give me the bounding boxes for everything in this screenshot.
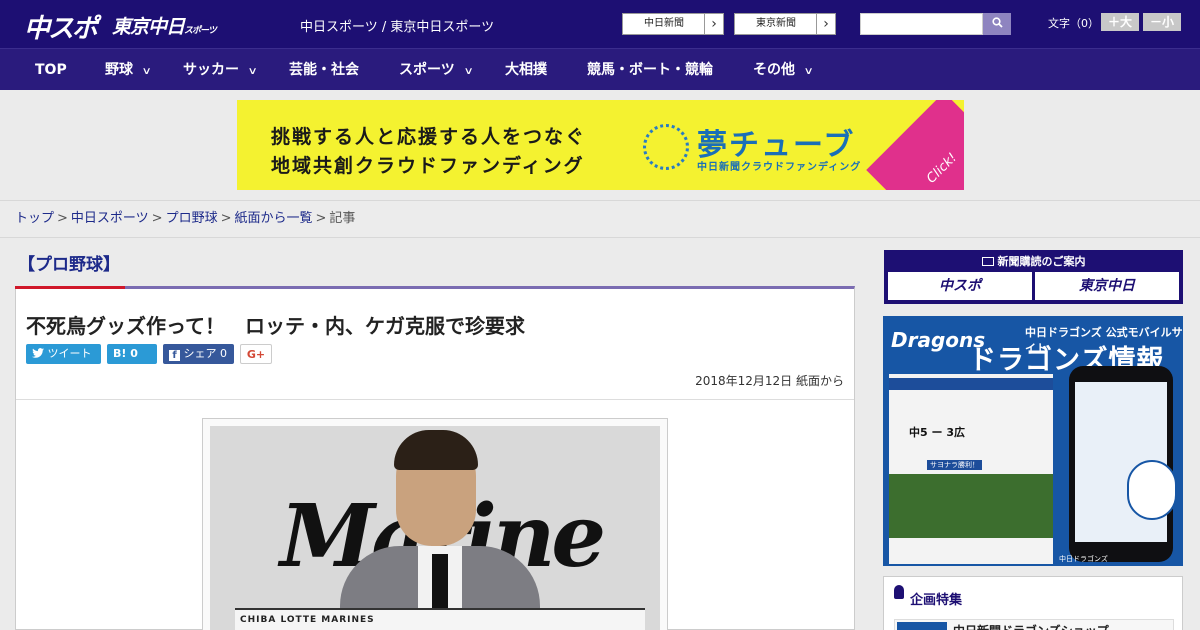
chevron-down-icon: ∨ [463, 66, 474, 77]
chunichi-shimbun-label: 中日新聞 [644, 18, 684, 29]
banner-line-2: 地域共創クラウドファンディング [271, 155, 585, 177]
chevron-right-icon: › [816, 14, 835, 34]
accent-bar [15, 286, 125, 289]
divider [16, 399, 854, 400]
nav-item-sumo[interactable]: 大相撲 [505, 49, 547, 91]
nav-item-label: 野球 [105, 62, 133, 78]
nav-item-label: TOP [35, 62, 67, 78]
nav-item-top[interactable]: TOP [35, 49, 67, 91]
article-photo[interactable]: Marine CHIBA LOTTE MARINES [210, 426, 660, 630]
breadcrumb-link-pro-baseball[interactable]: プロ野球 [166, 211, 218, 226]
chevron-down-icon: ∨ [247, 66, 258, 77]
breadcrumb-link-chunichi-sports[interactable]: 中日スポーツ [71, 211, 149, 226]
facebook-share-label: シェア 0 [183, 347, 228, 360]
special-features-box: 企画特集 中日新聞ドラゴンズショップ [883, 576, 1183, 630]
tokyo-chunichi-logo-text: 東京中日 [112, 16, 185, 38]
dream-tube-logo-icon [643, 124, 689, 170]
search-input[interactable] [860, 13, 983, 35]
article-photo-frame: Marine CHIBA LOTTE MARINES [202, 418, 668, 630]
twitter-icon [32, 348, 44, 358]
top-header: 中スポ 東京中日スポーツ 中日スポーツ / 東京中日スポーツ 中日新聞 › 東京… [0, 0, 1200, 48]
breadcrumb-separator: > [151, 211, 163, 226]
nav-item-label: 競馬・ボート・競輪 [587, 62, 713, 78]
nav-item-sports[interactable]: スポーツ ∨ [399, 49, 474, 91]
nav-item-label: スポーツ [399, 62, 455, 78]
chevron-down-icon: ∨ [141, 66, 152, 77]
banner-area: 挑戦する人と応援する人をつなぐ 地域共創クラウドファンディング 夢チューブ 中日… [0, 90, 1200, 200]
ad-headline: サヨナラ勝利！ [927, 460, 982, 470]
ad-score: 中5 ー 3広 [909, 426, 965, 439]
search-button[interactable] [983, 13, 1011, 35]
site-title: 中日スポーツ / 東京中日スポーツ [300, 20, 495, 35]
article-category[interactable]: 【プロ野球】 [18, 250, 120, 275]
banner-corner [866, 100, 964, 190]
subscription-title-text: 新聞購読のご案内 [997, 255, 1086, 268]
dragons-mobile-ad[interactable]: Dragons 中日ドラゴンズ 公式モバイルサイト ドラゴンズ情報 中5 ー 3… [883, 316, 1183, 566]
banner-line-1: 挑戦する人と応援する人をつなぐ [271, 126, 587, 148]
subscription-box: 新聞購読のご案内 中スポ 東京中日 [884, 250, 1183, 304]
article-card: 不死鳥グッズ作って！ ロッテ・内、ケガ克服で珍要求 ツイート B! 0 f シェ… [15, 286, 855, 630]
nav-item-label: 大相撲 [505, 62, 547, 78]
breadcrumb-link-top[interactable]: トップ [15, 211, 54, 226]
ad-scoreboard: 中5 ー 3広 サヨナラ勝利！ [889, 374, 1053, 564]
special-feature-item[interactable]: 中日新聞ドラゴンズショップ [894, 619, 1174, 630]
google-plus-button[interactable]: G+ [240, 344, 272, 364]
dragons-ad-footer: 中日ドラゴンズ [1059, 555, 1108, 563]
font-larger-button[interactable]: ＋大 [1101, 13, 1139, 31]
breadcrumb-separator: > [57, 211, 68, 226]
scoreboard-header-row [889, 378, 1053, 390]
tweet-button[interactable]: ツイート [26, 344, 101, 364]
main-nav: TOP 野球 ∨ サッカー ∨ 芸能・社会 スポーツ ∨ 大相撲 競馬・ボート・競輪 … [0, 48, 1200, 90]
crowdfunding-banner[interactable]: 挑戦する人と応援する人をつなぐ 地域共創クラウドファンディング 夢チューブ 中日… [237, 100, 964, 190]
tokyo-chunichi-logo[interactable]: 東京中日スポーツ [112, 12, 217, 39]
feature-label: 中日新聞ドラゴンズショップ [953, 622, 1109, 630]
breadcrumb-separator: > [220, 211, 232, 226]
hatena-bookmark-button[interactable]: B! 0 [107, 344, 157, 364]
breadcrumb-current: 記事 [329, 211, 356, 226]
google-plus-icon: G+ [246, 348, 266, 361]
special-features-title: 企画特集 [910, 593, 963, 608]
nav-item-label: サッカー [183, 62, 239, 78]
nav-item-soccer[interactable]: サッカー ∨ [183, 49, 258, 91]
chuspo-logo[interactable]: 中スポ [24, 8, 98, 45]
ad-field [889, 474, 1053, 538]
scoreboard-row [889, 404, 1053, 416]
breadcrumb: トップ > 中日スポーツ > プロ野球 > 紙面から一覧 > 記事 [0, 200, 1200, 238]
ribbon-icon [894, 585, 904, 599]
hatena-label: B! 0 [113, 347, 138, 360]
tokyo-shimbun-link[interactable]: 東京新聞 › [734, 13, 836, 35]
banner-brand-sub: 中日新聞クラウドファンディング [697, 162, 862, 173]
feature-thumbnail [897, 622, 947, 630]
subscribe-tokyo-chunichi-button[interactable]: 東京中日 [1035, 272, 1179, 300]
breadcrumb-separator: > [315, 211, 327, 226]
facebook-share-button[interactable]: f シェア 0 [163, 344, 234, 364]
tweet-label: ツイート [47, 347, 92, 360]
nav-item-entertainment[interactable]: 芸能・社会 [289, 49, 359, 91]
tokyo-shimbun-label: 東京新聞 [756, 18, 796, 29]
scoreboard-row [889, 392, 1053, 404]
nav-item-label: 芸能・社会 [289, 62, 359, 78]
mascot-icon [1127, 460, 1177, 520]
tokyo-chunichi-logo-suffix: スポーツ [184, 26, 217, 36]
font-size-label: 文字（0） [1048, 17, 1099, 30]
photo-towel-text: CHIBA LOTTE MARINES [240, 615, 375, 625]
subscription-title: 新聞購読のご案内 [884, 253, 1183, 269]
search-icon [991, 17, 1003, 31]
facebook-icon: f [169, 350, 180, 361]
nav-item-other[interactable]: その他 ∨ [753, 49, 814, 91]
photo-hair [394, 430, 478, 470]
subscribe-chuspo-button[interactable]: 中スポ [888, 272, 1032, 300]
chunichi-shimbun-link[interactable]: 中日新聞 › [622, 13, 724, 35]
nav-item-racing[interactable]: 競馬・ボート・競輪 [587, 49, 713, 91]
newspaper-icon [981, 257, 994, 266]
article-headline: 不死鳥グッズ作って！ ロッテ・内、ケガ克服で珍要求 [26, 314, 525, 338]
article-date: 2018年12月12日 紙面から [695, 374, 844, 388]
nav-item-baseball[interactable]: 野球 ∨ [105, 49, 152, 91]
chevron-right-icon: › [704, 14, 723, 34]
font-smaller-button[interactable]: －小 [1143, 13, 1181, 31]
breadcrumb-link-paper-list[interactable]: 紙面から一覧 [235, 211, 313, 226]
nav-item-label: その他 [753, 62, 795, 78]
chevron-down-icon: ∨ [803, 66, 814, 77]
